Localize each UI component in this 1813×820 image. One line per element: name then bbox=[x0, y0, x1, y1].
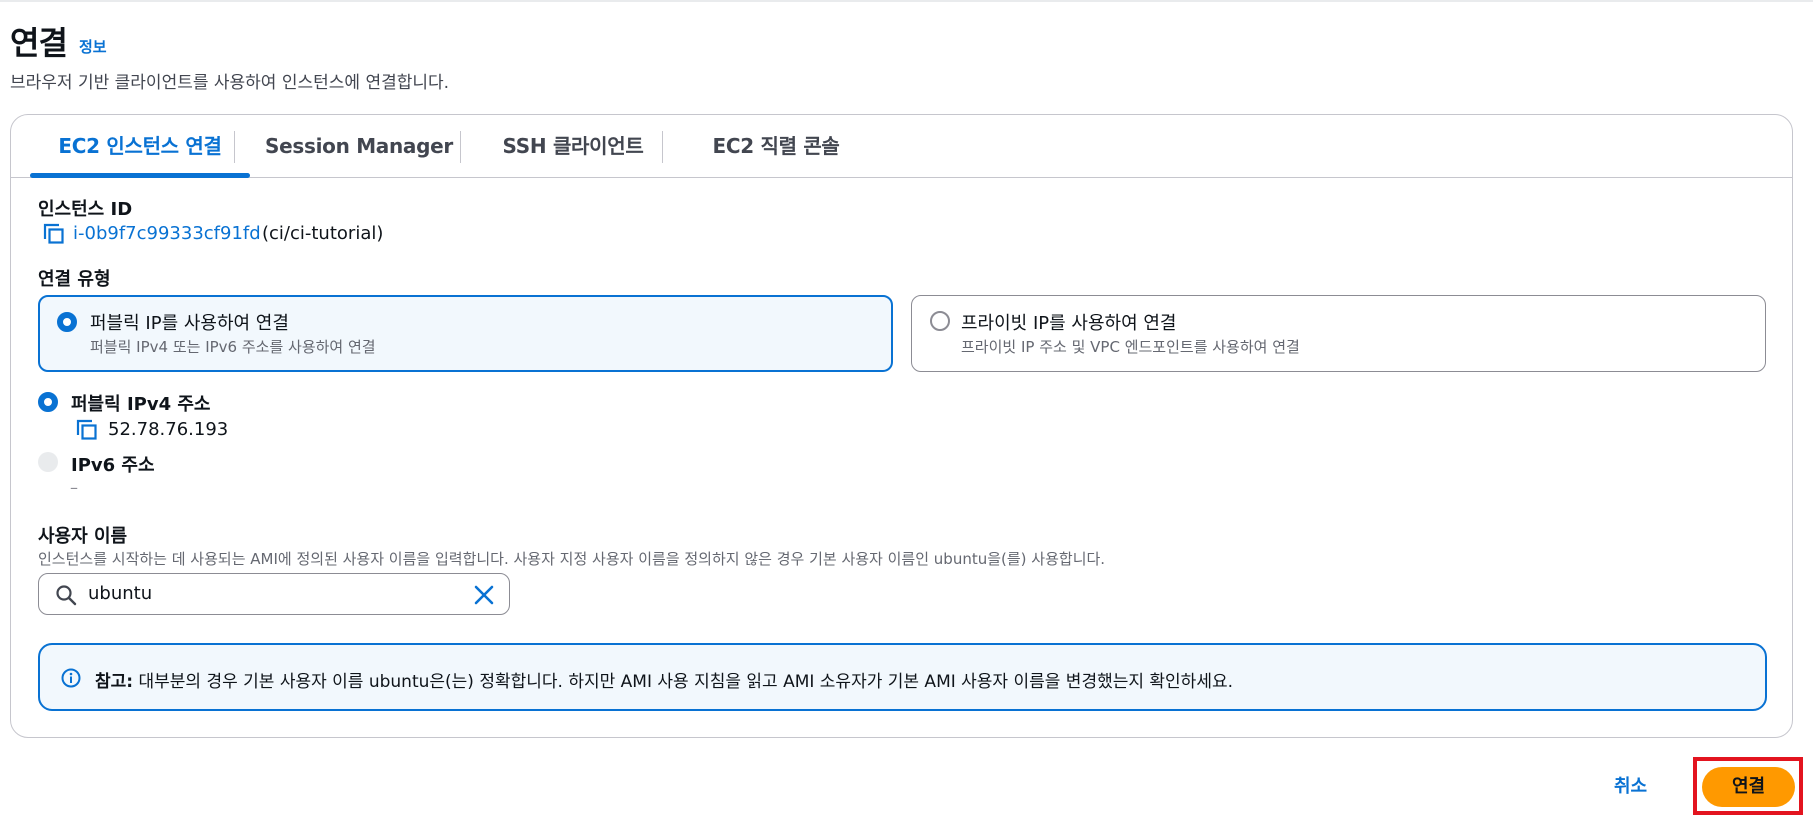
tab-ec2-instance-connect[interactable]: EC2 인스턴스 연결 bbox=[30, 115, 250, 178]
info-alert: 참고: 대부분의 경우 기본 사용자 이름 ubuntu은(는) 정확합니다. … bbox=[38, 643, 1767, 711]
connection-type-label: 연결 유형 bbox=[38, 269, 111, 290]
copy-icon[interactable] bbox=[43, 223, 65, 245]
username-description: 인스턴스를 시작하는 데 사용되는 AMI에 정의된 사용자 이름을 입력합니다… bbox=[38, 550, 1106, 568]
alert-message: 참고: 대부분의 경우 기본 사용자 이름 ubuntu은(는) 정확합니다. … bbox=[95, 667, 1233, 692]
info-icon bbox=[61, 668, 81, 688]
public-ip-option-tile[interactable]: 퍼블릭 IP를 사용하여 연결 퍼블릭 IPv4 또는 IPv6 주소를 사용하… bbox=[38, 295, 893, 372]
ipv4-address: 52.78.76.193 bbox=[108, 419, 229, 440]
page-title: 연결 bbox=[10, 24, 68, 62]
tab-separator bbox=[234, 131, 235, 163]
alert-body: 대부분의 경우 기본 사용자 이름 ubuntu은(는) 정확합니다. 하지만 … bbox=[133, 672, 1234, 692]
ipv6-address: – bbox=[70, 478, 78, 497]
instance-name: (ci/ci-tutorial) bbox=[262, 223, 384, 244]
tab-separator bbox=[460, 131, 461, 163]
radio-button-selected[interactable] bbox=[57, 312, 77, 332]
top-divider bbox=[0, 0, 1813, 2]
option-title: 프라이빗 IP를 사용하여 연결 bbox=[961, 313, 1177, 334]
tab-bar: EC2 인스턴스 연결 Session Manager SSH 클라이언트 EC… bbox=[11, 115, 1792, 178]
ipv4-radio-button[interactable] bbox=[38, 392, 58, 412]
username-label: 사용자 이름 bbox=[38, 526, 128, 547]
connect-button[interactable]: 연결 bbox=[1702, 767, 1795, 807]
tab-ssh-client[interactable]: SSH 클라이언트 bbox=[473, 115, 673, 177]
info-link[interactable]: 정보 bbox=[79, 36, 107, 57]
tab-ec2-serial-console[interactable]: EC2 직렬 콘솔 bbox=[681, 115, 871, 177]
clear-icon[interactable] bbox=[473, 584, 495, 606]
ipv6-label: IPv6 주소 bbox=[71, 455, 155, 476]
page-subtitle: 브라우저 기반 클라이언트를 사용하여 인스턴스에 연결합니다. bbox=[10, 73, 450, 93]
username-input[interactable] bbox=[88, 583, 448, 604]
alert-label: 참고: bbox=[95, 672, 134, 692]
option-description: 퍼블릭 IPv4 또는 IPv6 주소를 사용하여 연결 bbox=[90, 338, 376, 356]
instance-id-label: 인스턴스 ID bbox=[38, 199, 133, 220]
option-description: 프라이빗 IP 주소 및 VPC 엔드포인트를 사용하여 연결 bbox=[961, 338, 1300, 356]
username-field[interactable] bbox=[38, 573, 510, 615]
copy-icon[interactable] bbox=[76, 419, 98, 441]
option-title: 퍼블릭 IP를 사용하여 연결 bbox=[90, 313, 289, 334]
private-ip-option-tile[interactable]: 프라이빗 IP를 사용하여 연결 프라이빗 IP 주소 및 VPC 엔드포인트를… bbox=[911, 295, 1766, 372]
cancel-button[interactable]: 취소 bbox=[1614, 772, 1647, 798]
instance-id-link[interactable]: i-0b9f7c99333cf91fd bbox=[73, 223, 261, 244]
radio-button-unselected[interactable] bbox=[930, 311, 950, 331]
ipv4-label: 퍼블릭 IPv4 주소 bbox=[71, 394, 211, 415]
tab-session-manager[interactable]: Session Manager bbox=[249, 115, 469, 177]
tab-separator bbox=[662, 131, 663, 163]
search-icon bbox=[55, 584, 77, 606]
ipv6-radio-button bbox=[38, 452, 58, 472]
